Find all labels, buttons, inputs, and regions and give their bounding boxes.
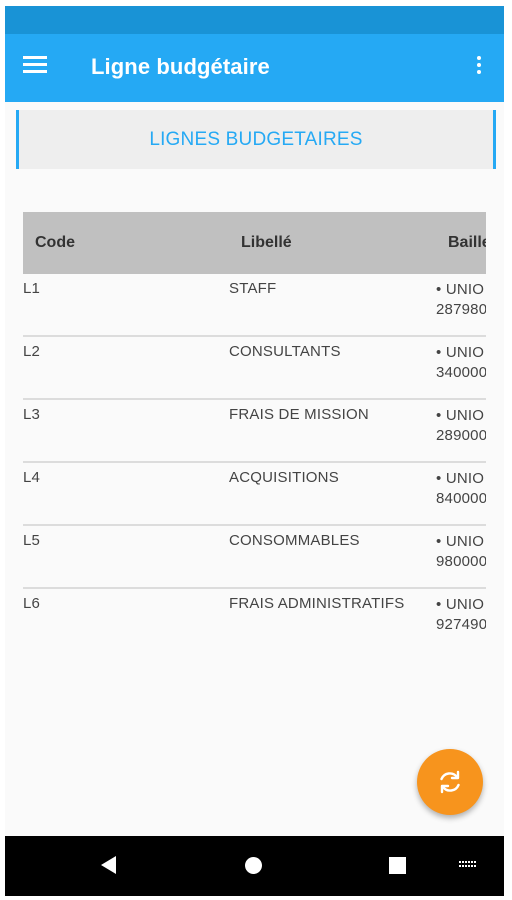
row-code: L4 [23,469,41,486]
row-code: L2 [23,343,41,360]
table-row[interactable]: L4 ACQUISITIONS • UNIO 840000 [23,463,486,526]
section-header-button[interactable]: LIGNES BUDGETAIRES [16,110,496,169]
column-header-code: Code [35,234,75,251]
row-libelle: STAFF [229,280,277,297]
row-libelle: FRAIS ADMINISTRATIFS [229,595,405,612]
table-row[interactable]: L6 FRAIS ADMINISTRATIFS • UNIO 927490 [23,589,486,648]
row-code: L1 [23,280,41,297]
status-bar [5,6,504,34]
table-row[interactable]: L3 FRAIS DE MISSION • UNIO 289000 [23,400,486,463]
more-vert-icon[interactable] [474,56,484,80]
budget-lines-table: Code Libellé Baille L1 STAFF • UNIO28798… [23,212,486,648]
row-libelle: CONSOMMABLES [229,532,360,549]
menu-icon[interactable] [23,56,51,80]
row-libelle: FRAIS DE MISSION [229,406,369,423]
refresh-icon [440,770,460,794]
back-icon[interactable] [101,856,116,874]
table-row[interactable]: L1 STAFF • UNIO 287980 [23,274,486,337]
table-row[interactable]: L2 CONSULTANTS • UNIO 340000 [23,337,486,400]
app-frame: Ligne budgétaire LIGNES BUDGETAIRES Code… [5,6,504,896]
row-libelle: ACQUISITIONS [229,469,339,486]
row-bailleur: • UNIO 980000 [436,533,486,570]
column-header-libelle: Libellé [241,234,292,251]
row-code: L5 [23,532,41,549]
refresh-button[interactable] [417,749,483,815]
app-bar: Ligne budgétaire [5,34,504,102]
page-title: Ligne budgétaire [91,54,270,79]
row-libelle: CONSULTANTS [229,343,341,360]
table-header: Code Libellé Baille [23,212,486,274]
row-bailleur: • UNIO 289000 [436,407,486,444]
row-code: L3 [23,406,41,423]
recents-icon[interactable] [389,857,406,874]
row-bailleur: • UNIO 287980 [436,281,486,318]
row-bailleur: • UNIO 340000 [436,344,486,381]
row-bailleur: • UNIO 840000 [436,470,486,507]
keyboard-icon[interactable] [459,860,479,871]
table-row[interactable]: L5 CONSOMMABLES • UNIO 980000 [23,526,486,589]
system-nav-bar [5,836,504,896]
column-header-bailleur: Baille [448,234,486,251]
home-icon[interactable] [245,857,262,874]
row-code: L6 [23,595,41,612]
row-bailleur: • UNIO 927490 [436,596,486,633]
